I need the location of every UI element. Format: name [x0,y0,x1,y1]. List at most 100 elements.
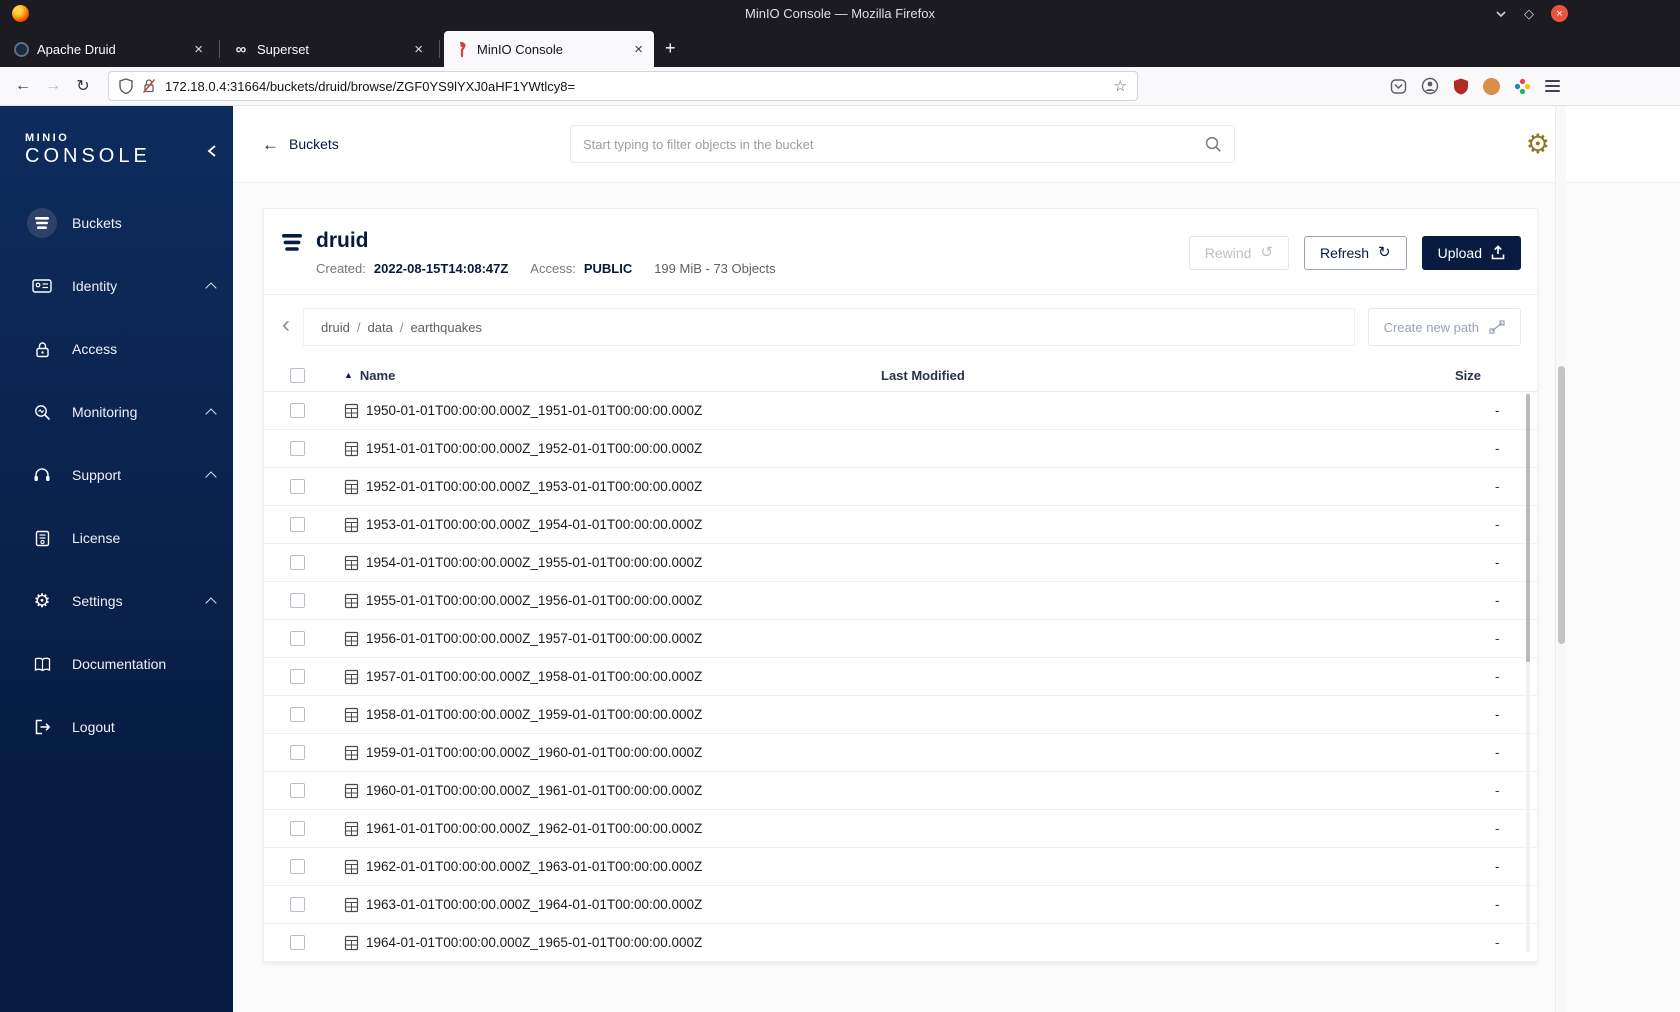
object-name[interactable]: 1961-01-01T00:00:00.000Z_1962-01-01T00:0… [366,821,702,836]
sidebar-item-settings[interactable]: ⚙ Settings [0,579,233,623]
object-name[interactable]: 1963-01-01T00:00:00.000Z_1964-01-01T00:0… [366,897,702,912]
row-checkbox[interactable] [289,897,305,912]
window-minimize-icon[interactable] [1495,10,1507,18]
refresh-button[interactable]: Refresh ↻ [1304,235,1407,270]
row-checkbox[interactable] [289,403,305,418]
create-new-path-button[interactable]: Create new path [1367,308,1521,346]
row-checkbox[interactable] [289,631,305,646]
select-all-checkbox[interactable] [289,367,305,383]
access-value[interactable]: PUBLIC [584,261,632,276]
page-scrollbar[interactable] [1555,106,1566,1012]
object-name[interactable]: 1958-01-01T00:00:00.000Z_1959-01-01T00:0… [366,707,702,722]
upload-button[interactable]: Upload [1421,235,1521,270]
console-settings-gear-icon[interactable]: ⚙ [1526,130,1550,158]
tab-close-icon[interactable]: × [192,41,205,58]
ublock-icon[interactable] [1453,78,1469,95]
shield-icon[interactable] [119,78,133,94]
breadcrumb-segment[interactable]: earthquakes [410,320,482,335]
sidebar-item-logout[interactable]: Logout [0,705,233,749]
table-scrollbar[interactable] [1526,394,1530,953]
table-scrollbar-thumb[interactable] [1526,394,1530,662]
column-header-name[interactable]: Name [360,368,395,383]
object-name[interactable]: 1960-01-01T00:00:00.000Z_1961-01-01T00:0… [366,783,702,798]
menu-hamburger-icon[interactable] [1545,80,1560,92]
table-row[interactable]: 1950-01-01T00:00:00.000Z_1951-01-01T00:0… [264,392,1537,430]
sidebar-item-support[interactable]: Support [0,453,233,497]
table-row[interactable]: 1963-01-01T00:00:00.000Z_1964-01-01T00:0… [264,886,1537,924]
sidebar-item-buckets[interactable]: Buckets [0,201,233,245]
row-checkbox[interactable] [289,555,305,570]
back-button[interactable]: ← [8,72,38,100]
breadcrumb-segment[interactable]: druid [321,320,350,335]
colorful-extension-icon[interactable] [1514,78,1531,95]
table-row[interactable]: 1961-01-01T00:00:00.000Z_1962-01-01T00:0… [264,810,1537,848]
url-bar[interactable]: 172.18.0.4:31664/buckets/druid/browse/ZG… [108,71,1138,101]
search-input[interactable] [583,136,1204,152]
object-name[interactable]: 1959-01-01T00:00:00.000Z_1960-01-01T00:0… [366,745,702,760]
tab-close-icon[interactable]: × [632,41,645,58]
url-text[interactable]: 172.18.0.4:31664/buckets/druid/browse/ZG… [165,79,1105,94]
object-name[interactable]: 1952-01-01T00:00:00.000Z_1953-01-01T00:0… [366,479,702,494]
sidebar-item-documentation[interactable]: Documentation [0,642,233,686]
window-close-icon[interactable]: × [1551,5,1568,22]
row-checkbox[interactable] [289,935,305,950]
object-name[interactable]: 1955-01-01T00:00:00.000Z_1956-01-01T00:0… [366,593,702,608]
rewind-button[interactable]: Rewind ↺ [1188,235,1290,270]
account-icon[interactable] [1421,77,1439,95]
new-tab-button[interactable]: + [665,38,676,59]
back-to-buckets-link[interactable]: ← Buckets [262,136,339,153]
table-row[interactable]: 1954-01-01T00:00:00.000Z_1955-01-01T00:0… [264,544,1537,582]
object-name[interactable]: 1962-01-01T00:00:00.000Z_1963-01-01T00:0… [366,859,702,874]
window-maximize-icon[interactable]: ◇ [1524,7,1534,20]
row-checkbox[interactable] [289,707,305,722]
row-checkbox[interactable] [289,593,305,608]
insecure-lock-icon[interactable] [142,78,156,94]
table-row[interactable]: 1958-01-01T00:00:00.000Z_1959-01-01T00:0… [264,696,1537,734]
forward-button[interactable]: → [38,72,68,100]
breadcrumb-back-chevron-icon[interactable]: ‹ [280,313,294,341]
object-filter-search[interactable] [570,125,1235,163]
row-checkbox[interactable] [289,821,305,836]
avatar-extension-icon[interactable] [1483,77,1500,95]
column-header-last-modified[interactable]: Last Modified [881,368,1425,383]
row-checkbox[interactable] [289,479,305,494]
chevron-up-icon[interactable] [205,596,217,609]
chevron-up-icon[interactable] [205,470,217,483]
sidebar-item-monitoring[interactable]: Monitoring [0,390,233,434]
object-name[interactable]: 1956-01-01T00:00:00.000Z_1957-01-01T00:0… [366,631,702,646]
row-checkbox[interactable] [289,669,305,684]
object-name[interactable]: 1951-01-01T00:00:00.000Z_1952-01-01T00:0… [366,441,702,456]
bookmark-star-icon[interactable]: ☆ [1114,77,1127,95]
reload-button[interactable]: ↻ [68,72,98,100]
table-row[interactable]: 1956-01-01T00:00:00.000Z_1957-01-01T00:0… [264,620,1537,658]
row-checkbox[interactable] [289,441,305,456]
tab-close-icon[interactable]: × [412,41,425,58]
object-name[interactable]: 1950-01-01T00:00:00.000Z_1951-01-01T00:0… [366,403,702,418]
pocket-icon[interactable] [1390,78,1407,95]
sidebar-item-identity[interactable]: Identity [0,264,233,308]
tab-apache-druid[interactable]: Apache Druid × [4,31,214,67]
sidebar-collapse-icon[interactable] [207,144,217,158]
table-row[interactable]: 1964-01-01T00:00:00.000Z_1965-01-01T00:0… [264,924,1537,962]
row-checkbox[interactable] [289,745,305,760]
sidebar-item-license[interactable]: License [0,516,233,560]
row-checkbox[interactable] [289,783,305,798]
object-name[interactable]: 1957-01-01T00:00:00.000Z_1958-01-01T00:0… [366,669,702,684]
tab-minio-console[interactable]: MinIO Console × [444,31,654,67]
sort-ascending-icon[interactable]: ▲ [344,370,353,380]
chevron-up-icon[interactable] [205,407,217,420]
table-row[interactable]: 1952-01-01T00:00:00.000Z_1953-01-01T00:0… [264,468,1537,506]
breadcrumb-segment[interactable]: data [368,320,393,335]
table-row[interactable]: 1951-01-01T00:00:00.000Z_1952-01-01T00:0… [264,430,1537,468]
object-name[interactable]: 1964-01-01T00:00:00.000Z_1965-01-01T00:0… [366,935,702,950]
table-row[interactable]: 1959-01-01T00:00:00.000Z_1960-01-01T00:0… [264,734,1537,772]
table-row[interactable]: 1962-01-01T00:00:00.000Z_1963-01-01T00:0… [264,848,1537,886]
table-row[interactable]: 1955-01-01T00:00:00.000Z_1956-01-01T00:0… [264,582,1537,620]
table-row[interactable]: 1957-01-01T00:00:00.000Z_1958-01-01T00:0… [264,658,1537,696]
object-name[interactable]: 1953-01-01T00:00:00.000Z_1954-01-01T00:0… [366,517,702,532]
table-row[interactable]: 1953-01-01T00:00:00.000Z_1954-01-01T00:0… [264,506,1537,544]
object-name[interactable]: 1954-01-01T00:00:00.000Z_1955-01-01T00:0… [366,555,702,570]
page-scrollbar-thumb[interactable] [1558,366,1565,644]
column-header-size[interactable]: Size [1425,368,1537,383]
tab-superset[interactable]: ∞ Superset × [224,31,434,67]
